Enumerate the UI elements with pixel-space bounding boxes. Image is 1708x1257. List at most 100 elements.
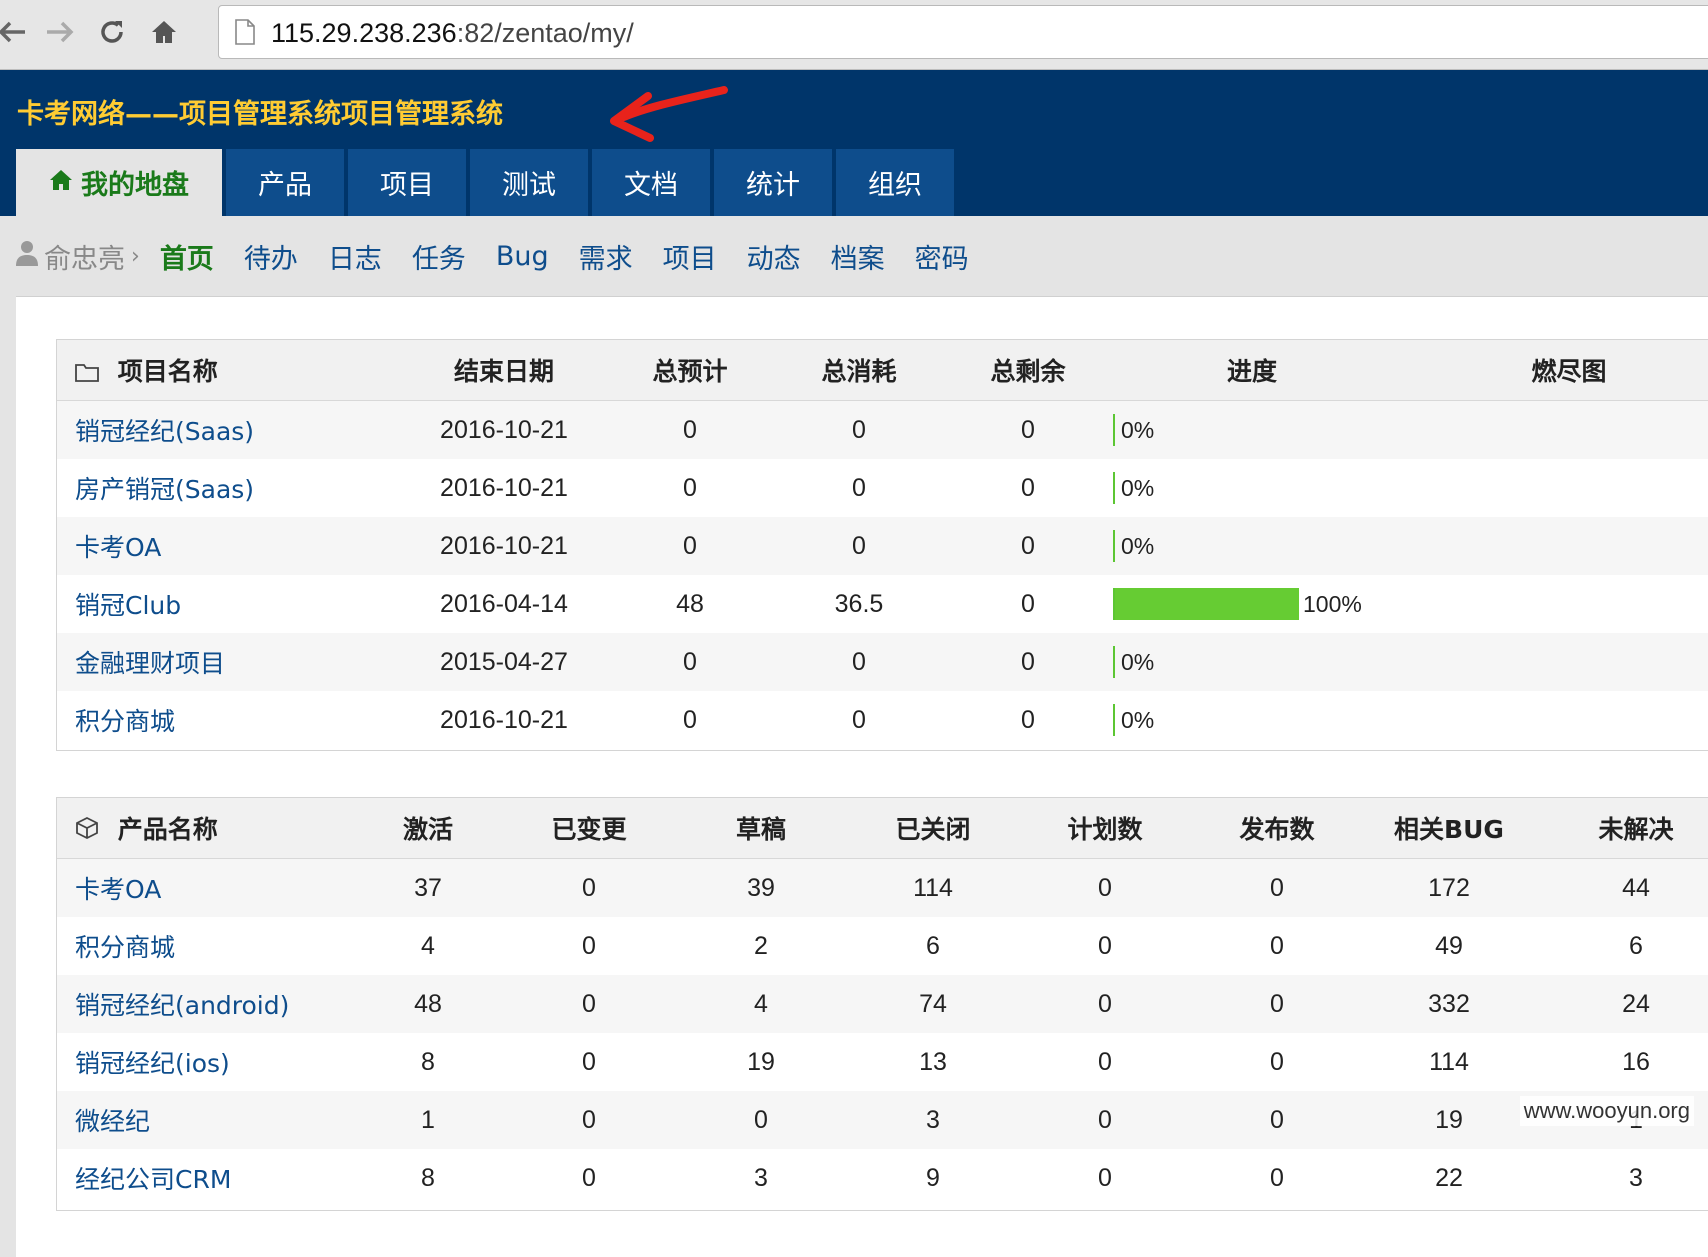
bugs-cell: 172 [1363,858,1535,917]
main-content: 项目名称 结束日期 总预计 总消耗 总剩余 进度 燃尽图 销冠经纪(Saas) 2… [16,296,1708,1257]
progress-cell: 0% [1103,400,1401,459]
progress-fill [1115,588,1299,620]
burndown-cell[interactable] [1401,691,1708,749]
active-cell: 8 [421,1047,435,1076]
home-icon [49,167,73,198]
draft-cell: 3 [754,1163,768,1192]
back-arrow-icon[interactable] [0,14,30,50]
burndown-cell[interactable] [1401,575,1708,633]
subnav-password[interactable]: 密码 [915,237,969,276]
progress-bar [1113,472,1115,504]
left-cell: 0 [953,633,1103,691]
progress-value: 0% [1121,706,1155,733]
product-link[interactable]: 销冠经纪(ios) [57,1033,353,1091]
burndown-cell[interactable] [1401,633,1708,691]
col-estimate: 总预计 [615,340,765,401]
table-row: 金融理财项目 2015-04-27 0 0 0 0% [57,633,1708,691]
changed-cell: 0 [503,1091,675,1149]
col-unresolved: 未解决 [1535,798,1708,859]
product-link[interactable]: 卡考OA [57,858,353,917]
product-link[interactable]: 微经纪 [57,1091,353,1149]
project-link[interactable]: 销冠经纪(Saas) [57,400,393,459]
col-progress: 进度 [1103,340,1401,401]
table-row: 卡考OA 2016-10-21 0 0 0 0% [57,517,1708,575]
burndown-cell[interactable] [1401,400,1708,459]
project-link[interactable]: 金融理财项目 [57,633,393,691]
tab-my[interactable]: 我的地盘 [16,149,222,216]
table-row: 房产销冠(Saas) 2016-10-21 0 0 0 0% [57,459,1708,517]
home-button-icon[interactable] [146,14,182,50]
app-header: 卡考网络——项目管理系统项目管理系统 我的地盘 产品 项目 测试 文档 统计 组… [0,70,1708,216]
end-date-cell: 2016-10-21 [440,705,568,734]
tab-label: 我的地盘 [81,170,189,201]
subnav-project[interactable]: 项目 [663,237,717,276]
col-releases: 发布数 [1191,798,1363,859]
col-left: 总剩余 [953,340,1103,401]
table-row: 销冠经纪(Saas) 2016-10-21 0 0 0 0% [57,400,1708,459]
tab-report[interactable]: 统计 [714,149,832,216]
end-date-cell: 2016-10-21 [440,473,568,502]
col-label: 项目名称 [117,357,218,386]
estimate-cell: 0 [615,517,765,575]
progress-cell: 0% [1103,517,1401,575]
end-date-cell: 2016-10-21 [393,517,615,575]
tab-company[interactable]: 组织 [836,149,954,216]
subnav-home[interactable]: 首页 [160,237,214,276]
project-link[interactable]: 房产销冠(Saas) [57,459,393,517]
project-link[interactable]: 积分商城 [57,691,393,749]
user-name: 俞忠亮 [44,243,125,275]
bugs-cell: 49 [1435,931,1463,960]
burndown-cell[interactable] [1401,517,1708,575]
plans-cell: 0 [1019,858,1191,917]
project-link[interactable]: 销冠Club [57,575,393,633]
url-text[interactable]: 115.29.238.236:82/zentao/my/ [271,18,634,48]
draft-cell: 39 [675,858,847,917]
subnav-profile[interactable]: 档案 [831,237,885,276]
forward-arrow-icon[interactable] [42,14,78,50]
progress-value: 0% [1121,532,1155,559]
table-row: 销冠经纪(ios) 8 0 19 13 0 0 114 16 [57,1033,1708,1091]
tab-test[interactable]: 测试 [470,149,588,216]
table-row: 销冠经纪(android) 48 0 4 74 0 0 332 24 [57,975,1708,1033]
left-cell: 0 [1021,705,1035,734]
subnav-effort[interactable]: 日志 [328,237,382,276]
subnav-dynamic[interactable]: 动态 [747,237,801,276]
bugs-cell: 332 [1363,975,1535,1033]
progress-cell: 0% [1103,691,1401,749]
address-bar[interactable]: 115.29.238.236:82/zentao/my/ [218,5,1708,59]
chevron-right-icon: › [131,243,140,269]
consumed-cell: 0 [765,633,953,691]
table-row: 积分商城 4 0 2 6 0 0 49 6 [57,917,1708,975]
active-cell: 4 [421,931,435,960]
col-end-date: 结束日期 [393,340,615,401]
subnav-bug[interactable]: Bug [496,241,549,272]
consumed-cell: 0 [765,517,953,575]
red-arrow-annotation [610,86,728,142]
tab-doc[interactable]: 文档 [592,149,710,216]
product-link[interactable]: 积分商城 [57,917,353,975]
reload-icon[interactable] [94,14,130,50]
table-row: 卡考OA 37 0 39 114 0 0 172 44 [57,858,1708,917]
tab-product[interactable]: 产品 [226,149,344,216]
progress-bar [1113,530,1115,562]
left-cell: 0 [953,517,1103,575]
end-date-cell: 2015-04-27 [393,633,615,691]
burndown-cell[interactable] [1401,459,1708,517]
changed-cell: 0 [503,975,675,1033]
project-link[interactable]: 卡考OA [57,517,393,575]
consumed-cell: 0 [852,473,866,502]
subnav-task[interactable]: 任务 [412,237,466,276]
releases-cell: 0 [1270,1047,1284,1076]
left-cell: 0 [1021,473,1035,502]
tab-project[interactable]: 项目 [348,149,466,216]
consumed-cell: 36.5 [834,589,884,618]
subnav-todo[interactable]: 待办 [244,237,298,276]
product-header-row: 产品名称 激活 已变更 草稿 已关闭 计划数 发布数 相关BUG 未解决 [57,798,1708,859]
plans-cell: 0 [1098,1163,1112,1192]
subnav-story[interactable]: 需求 [579,237,633,276]
progress-cell: 100% [1103,575,1401,633]
progress-value: 100% [1303,590,1362,617]
product-table: 产品名称 激活 已变更 草稿 已关闭 计划数 发布数 相关BUG 未解决 卡考O… [57,798,1708,1207]
product-link[interactable]: 经纪公司CRM [57,1149,353,1207]
product-link[interactable]: 销冠经纪(android) [57,975,353,1033]
